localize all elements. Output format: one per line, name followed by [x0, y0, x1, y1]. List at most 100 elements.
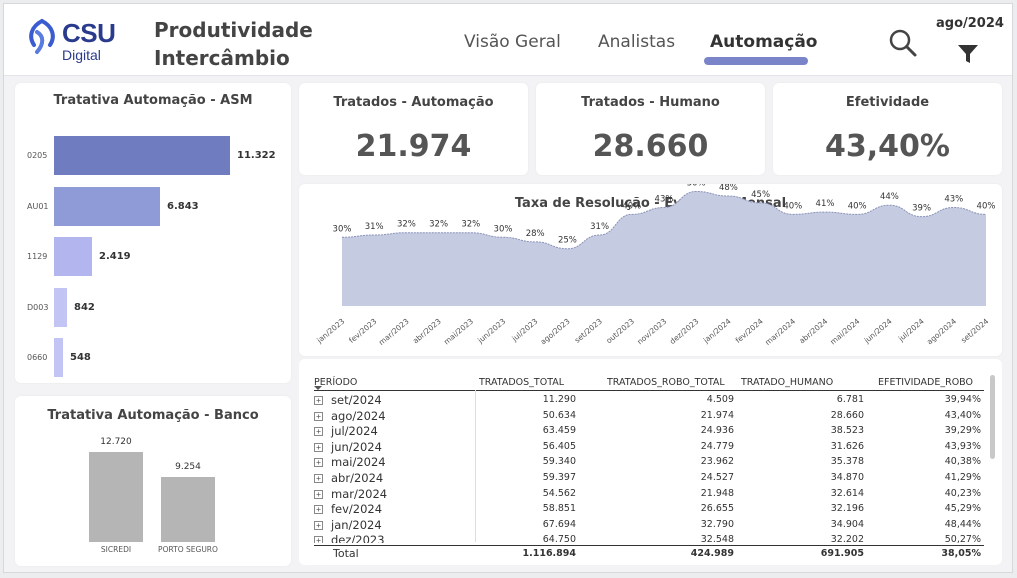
data-label: 32% — [397, 220, 416, 230]
sort-desc-icon[interactable] — [314, 386, 322, 391]
banco-bar[interactable] — [161, 477, 215, 542]
asm-bar[interactable] — [54, 287, 67, 327]
banco-category-label: SICREDI — [100, 545, 132, 554]
table-row[interactable]: + jun/2024 56.405 24.779 31.626 43,93% — [299, 440, 989, 455]
x-tick-label: jan/2024 — [701, 316, 733, 345]
kpi-value: 28.660 — [592, 129, 709, 164]
table-row[interactable]: + jul/2024 63.459 24.936 38.523 39,29% — [299, 424, 989, 439]
data-label: 40% — [977, 201, 996, 211]
x-tick-label: jul/2023 — [510, 316, 540, 343]
expand-icon[interactable]: + — [314, 520, 323, 530]
banco-bar[interactable] — [89, 452, 143, 542]
x-tick-label: jun/2023 — [475, 317, 507, 346]
table-cell: 39,29% — [944, 425, 981, 437]
expand-icon[interactable]: + — [314, 427, 323, 437]
data-label: 45% — [751, 190, 770, 200]
table-cell: 32.790 — [700, 518, 734, 530]
table-row[interactable]: + set/2024 11.290 4.509 6.781 39,94% — [299, 393, 989, 408]
table-cell: 43,40% — [944, 409, 981, 421]
period-cell: abr/2024 — [331, 471, 384, 485]
x-tick-label: abr/2023 — [411, 316, 443, 345]
search-icon[interactable] — [888, 28, 918, 58]
table-cell: 38.523 — [830, 425, 864, 437]
table-cell: 50.634 — [542, 409, 576, 421]
table-cell: 32.548 — [700, 534, 734, 543]
table-row[interactable]: + jan/2024 67.694 32.790 34.904 48,44% — [299, 518, 989, 533]
table-cell: 6.781 — [836, 394, 864, 405]
table-cell: 67.694 — [542, 518, 576, 530]
expand-icon[interactable]: + — [314, 458, 323, 468]
x-tick-label: mai/2024 — [828, 316, 861, 346]
data-table: PERÍODO TRATADOS_TOTAL TRATADOS_ROBO_TOTAL… — [299, 359, 1002, 565]
csu-logo: CSU Digital — [24, 14, 134, 66]
data-label: 40% — [848, 201, 867, 211]
column-header[interactable]: TRATADO_HUMANO — [741, 377, 833, 388]
x-tick-label: mai/2023 — [442, 316, 475, 346]
tab-automacao[interactable]: Automação — [710, 32, 817, 52]
period-cell: ago/2024 — [331, 408, 386, 423]
x-tick-label: fev/2024 — [734, 316, 765, 344]
data-label: 39% — [912, 204, 931, 214]
table-row[interactable]: + abr/2024 59.397 24.527 34.870 41,29% — [299, 471, 989, 486]
table-body[interactable]: + set/2024 11.290 4.509 6.781 39,94% + ago/2024… — [299, 393, 989, 543]
logo-text: CSU — [62, 18, 116, 48]
data-label: 41% — [816, 199, 835, 209]
table-cell: 48,44% — [944, 518, 981, 530]
kpi-title: Tratados - Humano — [581, 95, 720, 110]
expand-icon[interactable]: + — [314, 411, 323, 421]
page-title: Produtividade Intercâmbio — [154, 16, 313, 72]
expand-icon[interactable]: + — [314, 536, 323, 543]
table-row[interactable]: + mar/2024 54.562 21.948 32.614 40,23% — [299, 487, 989, 502]
table-cell: 32.614 — [830, 487, 864, 499]
data-label: 40% — [622, 201, 641, 211]
asm-bar[interactable] — [54, 338, 63, 377]
table-scrollbar[interactable] — [990, 375, 995, 459]
table-cell: 64.750 — [542, 534, 576, 543]
kpi-card-automacao: Tratados - Automação 21.974 — [299, 83, 528, 175]
data-label: 50% — [687, 184, 706, 188]
column-header[interactable]: TRATADOS_TOTAL — [479, 377, 564, 388]
table-row[interactable]: + dez/2023 64.750 32.548 32.202 50,27% — [299, 533, 989, 543]
tab-analistas[interactable]: Analistas — [598, 32, 675, 52]
expand-icon[interactable]: + — [314, 489, 323, 499]
banco-category-label: PORTO SEGURO — [158, 545, 218, 554]
logo-subtext: Digital — [62, 47, 101, 63]
expand-icon[interactable]: + — [314, 442, 323, 452]
filter-icon[interactable] — [956, 42, 980, 66]
x-tick-label: abr/2024 — [797, 316, 829, 345]
x-tick-label: mar/2023 — [377, 316, 411, 347]
data-label: 31% — [365, 222, 384, 232]
data-label: 43% — [944, 194, 963, 204]
tab-visao-geral[interactable]: Visão Geral — [464, 32, 561, 52]
table-cell: 59.340 — [542, 456, 576, 468]
area-fill — [342, 191, 986, 306]
table-total-row: Total 1.116.894 424.989 691.905 38,05% — [299, 545, 989, 563]
asm-value-label: 2.419 — [99, 251, 131, 262]
total-label: Total — [333, 547, 359, 560]
column-header[interactable]: TRATADOS_ROBO_TOTAL — [607, 377, 725, 388]
asm-value-label: 548 — [70, 352, 91, 363]
total-cell: 691.905 — [820, 548, 864, 559]
kpi-title: Efetividade — [845, 95, 930, 110]
data-label: 30% — [494, 224, 513, 234]
x-tick-label: mar/2024 — [763, 316, 797, 347]
table-row[interactable]: + ago/2024 50.634 21.974 28.660 43,40% — [299, 409, 989, 424]
table-row[interactable]: + mai/2024 59.340 23.962 35.378 40,38% — [299, 455, 989, 470]
asm-bar[interactable] — [54, 136, 230, 175]
data-label: 48% — [719, 184, 738, 193]
asm-value-label: 6.843 — [167, 200, 199, 212]
kpi-value: 43,40% — [825, 129, 950, 164]
period-cell: dez/2023 — [331, 533, 385, 543]
taxa-resolucao-chart: 30% jan/2023 31% fev/2023 32% mar/2023 32% abr/… — [314, 184, 996, 347]
table-cell: 40,23% — [944, 487, 981, 499]
data-label: 32% — [461, 220, 480, 230]
table-row[interactable]: + fev/2024 58.851 26.655 32.196 45,29% — [299, 502, 989, 517]
asm-bar[interactable] — [54, 237, 92, 276]
expand-icon[interactable]: + — [314, 396, 323, 405]
expand-icon[interactable]: + — [314, 505, 323, 515]
table-cell: 34.870 — [830, 472, 864, 483]
asm-bar[interactable] — [54, 186, 160, 226]
expand-icon[interactable]: + — [314, 474, 323, 483]
column-header[interactable]: EFETIVIDADE_ROBO — [878, 377, 973, 388]
data-label: 43% — [655, 194, 674, 204]
